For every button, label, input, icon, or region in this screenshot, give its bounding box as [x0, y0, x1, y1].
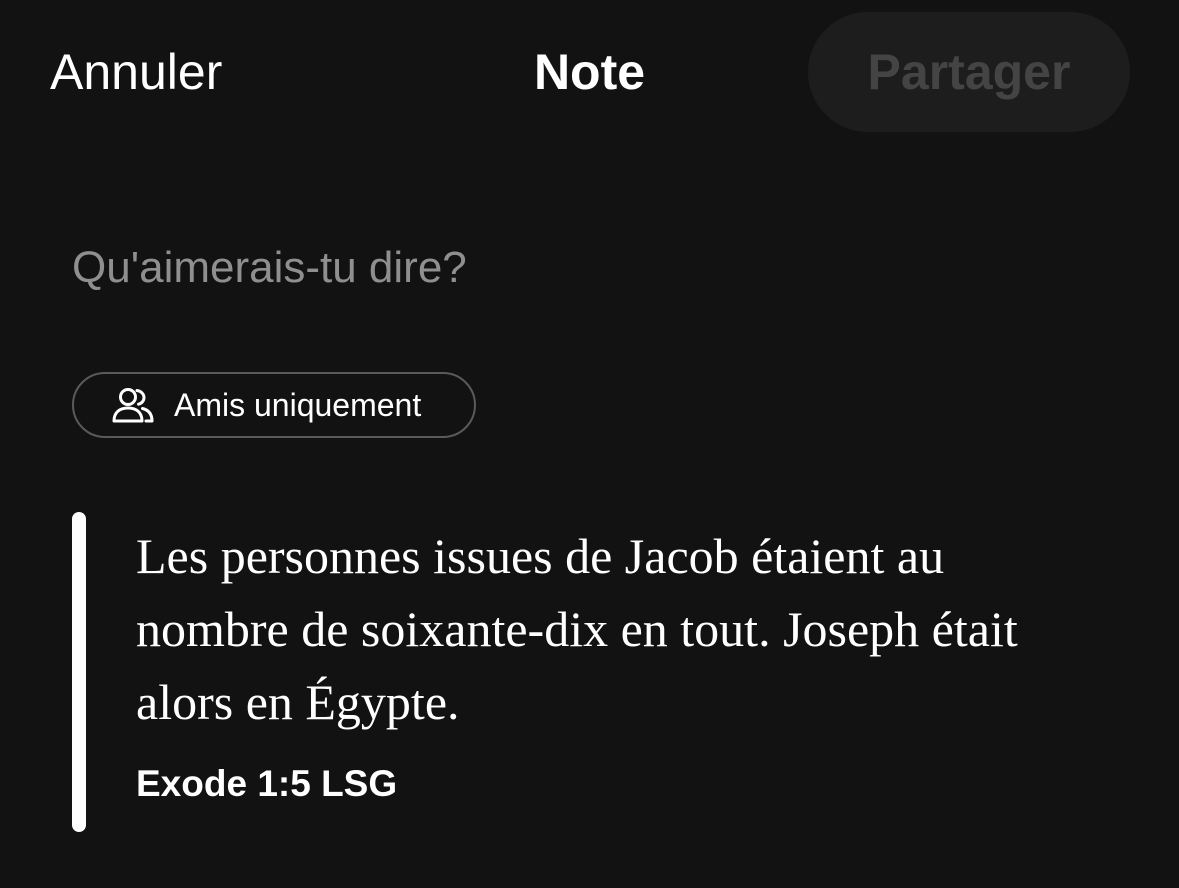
header-bar: Annuler Note Partager: [0, 0, 1179, 150]
verse-reference: Exode 1:5 LSG: [136, 763, 398, 804]
audience-label: Amis uniquement: [174, 386, 422, 423]
audience-selector[interactable]: Amis uniquement: [72, 372, 476, 438]
friends-icon: [110, 385, 156, 425]
quote-bar: [72, 512, 86, 832]
note-input[interactable]: [72, 236, 1072, 300]
share-button-label: Partager: [867, 44, 1071, 100]
share-button[interactable]: Partager: [808, 12, 1130, 132]
verse-text: Les personnes issues de Jacob étaient au…: [136, 528, 1018, 730]
